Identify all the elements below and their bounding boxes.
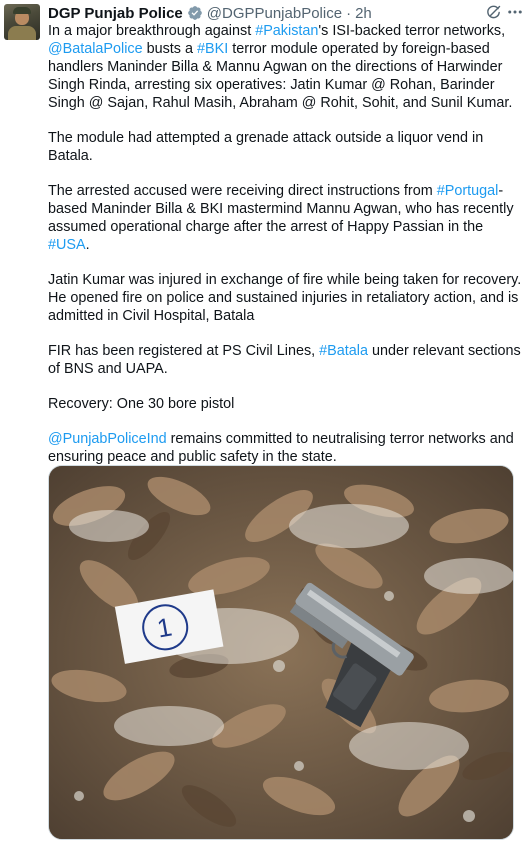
hashtag-usa-link[interactable]: #USA: [48, 237, 86, 253]
text-segment: FIR has been registered at PS Civil Line…: [48, 343, 320, 359]
tweet-media-photo[interactable]: 1: [48, 465, 514, 840]
tweet-header: DGP Punjab Police @DGPPunjabPolice · 2h: [48, 2, 528, 24]
recovered-pistol-photo: 1: [49, 466, 513, 839]
text-segment: The arrested accused were receiving dire…: [48, 183, 437, 199]
text-segment: 's ISI-backed terror networks,: [318, 23, 506, 39]
text-segment: .: [85, 237, 90, 253]
tweet-paragraph-6: Recovery: One 30 bore pistol: [48, 396, 235, 412]
author-avatar[interactable]: [4, 4, 40, 40]
more-icon[interactable]: [506, 3, 524, 21]
text-segment: busts a: [142, 41, 198, 57]
tweet-paragraph-5: FIR has been registered at PS Civil Line…: [48, 342, 522, 378]
author-name[interactable]: DGP Punjab Police: [48, 5, 183, 22]
tweet-paragraph-7: @PunjabPoliceInd remains committed to ne…: [48, 430, 522, 466]
tweet-paragraph-4: Jatin Kumar was injured in exchange of f…: [48, 272, 522, 324]
tweet-paragraph-2: The module had attempted a grenade attac…: [48, 130, 484, 164]
tweet-paragraph-3: The arrested accused were receiving dire…: [48, 182, 522, 254]
tweet-paragraph-1: In a major breakthrough against #Pakista…: [48, 22, 522, 112]
hashtag-portugal-link[interactable]: #Portugal: [437, 183, 499, 199]
hashtag-batala-link[interactable]: #Batala: [319, 343, 368, 359]
text-segment: In a major breakthrough against: [48, 23, 256, 39]
mention-punjabpoliceind-link[interactable]: @PunjabPoliceInd: [48, 431, 167, 447]
author-handle[interactable]: @DGPPunjabPolice: [207, 5, 342, 22]
separator-dot: ·: [346, 4, 352, 22]
grok-icon[interactable]: [484, 3, 502, 21]
hashtag-bki-link[interactable]: #BKI: [197, 41, 228, 57]
tweet-timestamp[interactable]: 2h: [355, 5, 372, 22]
hashtag-pakistan-link[interactable]: #Pakistan: [255, 23, 318, 39]
mention-batalapolice-link[interactable]: @BatalaPolice: [48, 41, 143, 57]
verified-badge-icon: [187, 6, 202, 20]
tweet-text: In a major breakthrough against #Pakista…: [48, 22, 522, 483]
